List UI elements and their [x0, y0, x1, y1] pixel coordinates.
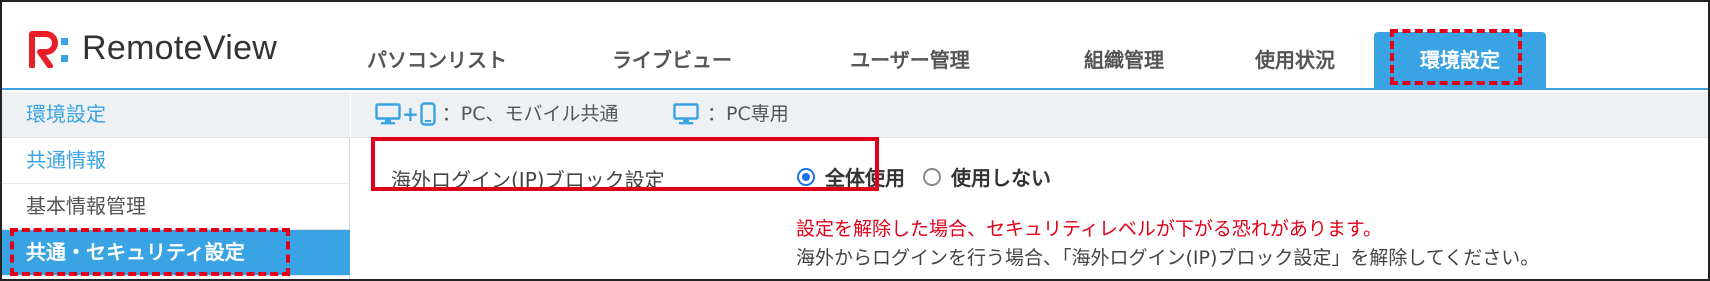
overseas-login-note: 海外からログインを行う場合、「海外ログイン(IP)ブロック設定」を解除してくださ… — [796, 247, 1540, 269]
plus-icon: + — [402, 102, 419, 126]
legend-pc-mobile: + ：PC、モバイル共通 — [375, 92, 619, 136]
logo-text: RemoteView — [82, 29, 278, 67]
sidebar: 環境設定 共通情報 基本情報管理 共通・セキュリティ設定 — [2, 92, 350, 279]
ip-block-radio-group: 全体使用 使用しない — [797, 162, 1051, 191]
device-legend: + ：PC、モバイル共通 ：PC専用 — [351, 92, 1708, 138]
mobile-icon — [420, 102, 436, 126]
sidebar-item-common-security-settings[interactable]: 共通・セキュリティ設定 — [2, 230, 350, 276]
monitor-icon — [673, 103, 699, 125]
tab-live-view[interactable]: ライブビュー — [592, 32, 752, 90]
sidebar-item-common-info[interactable]: 共通情報 — [2, 138, 350, 184]
legend-pc-only: ：PC専用 — [673, 92, 789, 136]
header: RemoteView パソコンリスト ライブビュー ユーザー管理 組織管理 使用… — [2, 2, 1708, 90]
security-warning-text: 設定を解除した場合、セキュリティレベルが下がる恐れがあります。 — [796, 218, 1382, 240]
radio-use-all[interactable] — [797, 167, 815, 186]
radio-do-not-use-label[interactable]: 使用しない — [951, 162, 1051, 191]
tab-user-management[interactable]: ユーザー管理 — [830, 32, 990, 90]
tab-usage-status[interactable]: 使用状況 — [1230, 32, 1360, 90]
sidebar-item-basic-info-management[interactable]: 基本情報管理 — [2, 184, 350, 230]
tab-pc-list[interactable]: パソコンリスト — [352, 32, 522, 90]
app-window: RemoteView パソコンリスト ライブビュー ユーザー管理 組織管理 使用… — [0, 0, 1710, 281]
main-content: + ：PC、モバイル共通 ：PC専用 海外ログイン(IP)ブロック設定 全体使用 — [351, 92, 1708, 279]
radio-use-all-label[interactable]: 全体使用 — [825, 162, 905, 191]
logo[interactable]: RemoteView — [28, 26, 277, 70]
ip-block-setting-label: 海外ログイン(IP)ブロック設定 — [391, 168, 665, 192]
radio-do-not-use[interactable] — [923, 167, 941, 186]
monitor-icon — [375, 103, 401, 125]
legend-pc-only-text: ：PC専用 — [707, 103, 789, 125]
tab-environment-settings[interactable]: 環境設定 — [1374, 32, 1546, 90]
legend-pc-mobile-text: ：PC、モバイル共通 — [441, 103, 619, 125]
sidebar-title[interactable]: 環境設定 — [2, 92, 350, 138]
tab-organization-management[interactable]: 組織管理 — [1059, 32, 1189, 90]
remoteview-logo-icon — [29, 31, 68, 68]
